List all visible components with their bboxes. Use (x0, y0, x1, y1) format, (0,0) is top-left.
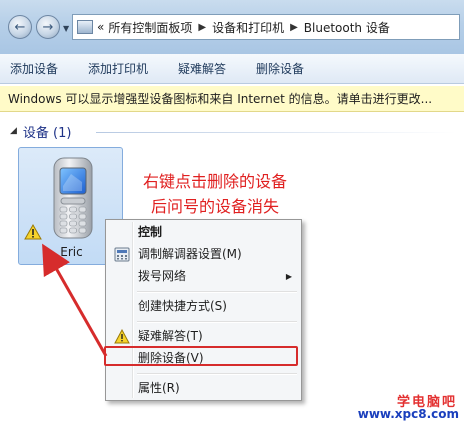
control-panel-icon (77, 20, 93, 34)
menu-item-create-shortcut[interactable]: 创建快捷方式(S) (109, 296, 298, 317)
menu-item-properties[interactable]: 属性(R) (109, 378, 298, 399)
modem-icon (114, 247, 130, 262)
watermark-url: www.xpc8.com (357, 407, 459, 421)
group-divider (96, 132, 456, 133)
warning-icon (24, 224, 42, 240)
annotation-line-1: 右键点击删除的设备 (142, 172, 287, 191)
address-overflow-icon[interactable]: « (97, 20, 104, 34)
mobile-phone-icon (53, 157, 93, 239)
breadcrumb-devices-and-printers[interactable]: 设备和打印机 (212, 19, 284, 36)
menu-separator (137, 321, 297, 323)
troubleshoot-button[interactable]: 疑难解答 (178, 60, 226, 77)
menu-item-label: 属性(R) (138, 381, 180, 395)
menu-item-label: 创建快捷方式(S) (138, 299, 227, 313)
group-title: 设备 (1) (22, 125, 72, 141)
menu-item-label: 拨号网络 (138, 269, 187, 283)
menu-item-troubleshoot[interactable]: 疑难解答(T) (109, 326, 298, 347)
breadcrumb-bluetooth-devices[interactable]: Bluetooth 设备 (304, 19, 390, 36)
breadcrumb-separator-icon[interactable]: ▶ (198, 22, 206, 33)
add-device-button[interactable]: 添加设备 (10, 60, 58, 77)
menu-item-control[interactable]: 控制 (109, 222, 298, 243)
command-toolbar: 添加设备 添加打印机 疑难解答 删除设备 (0, 54, 464, 84)
menu-separator (137, 373, 297, 375)
collapse-arrow-icon[interactable]: ◢ (10, 126, 17, 136)
recent-pages-dropdown-icon[interactable]: ▼ (63, 24, 69, 33)
info-bar[interactable]: Windows 可以显示增强型设备图标和来自 Internet 的信息。请单击进… (0, 86, 464, 112)
menu-item-label: 疑难解答(T) (138, 329, 203, 343)
context-menu: 控制 调制解调器设置(M) 拨号网络 ▶ 创建快捷方式(S) 疑难解答(T) 删… (105, 219, 302, 401)
forward-button[interactable]: → (36, 15, 60, 39)
back-button[interactable]: ← (8, 15, 32, 39)
device-group-header[interactable]: ◢ 设备 (1) (10, 122, 72, 141)
menu-item-label: 调制解调器设置(M) (138, 247, 242, 261)
warning-icon (114, 329, 130, 344)
watermark: 学电脑吧 www.xpc8.com (345, 395, 464, 421)
menu-item-label: 控制 (138, 225, 163, 239)
remove-device-button[interactable]: 删除设备 (256, 60, 304, 77)
title-bar: ← → ▼ « 所有控制面板项 ▶ 设备和打印机 ▶ Bluetooth 设备 (0, 0, 464, 54)
annotation-line-2: 后问号的设备消失 (150, 197, 279, 216)
back-arrow-icon: ← (14, 19, 26, 35)
breadcrumb-all-control-panel-items[interactable]: 所有控制面板项 (108, 19, 192, 36)
forward-arrow-icon: → (42, 19, 54, 35)
remove-device-highlight (104, 346, 298, 366)
breadcrumb-separator-icon[interactable]: ▶ (290, 22, 298, 33)
annotation-text: 右键点击删除的设备 后问号的设备消失 (125, 169, 305, 219)
menu-separator (137, 291, 297, 293)
menu-item-modem-settings[interactable]: 调制解调器设置(M) (109, 244, 298, 265)
add-printer-button[interactable]: 添加打印机 (88, 60, 148, 77)
menu-item-dial-up-network[interactable]: 拨号网络 ▶ (109, 266, 298, 287)
submenu-arrow-icon: ▶ (285, 272, 292, 281)
address-bar[interactable]: « 所有控制面板项 ▶ 设备和打印机 ▶ Bluetooth 设备 (72, 14, 460, 40)
